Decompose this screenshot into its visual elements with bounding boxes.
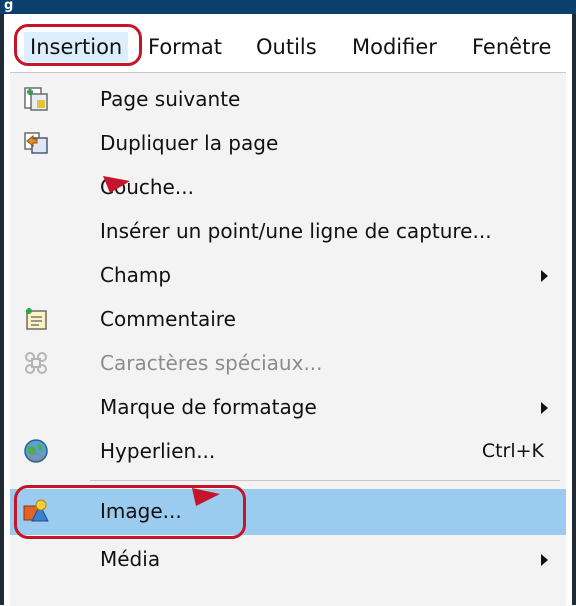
menu-item-commentaire[interactable]: Commentaire [10,297,566,341]
hyperlink-icon [22,437,50,465]
menu-insertion[interactable]: Insertion [24,32,129,62]
menu-item-media[interactable]: Média [10,537,566,581]
menu-outils[interactable]: Outils [250,32,323,62]
menu-outils-label: Outils [256,35,317,59]
menu-fenetre-label: Fenêtre [472,35,552,59]
menu-item-label: Dupliquer la page [100,131,279,155]
menu-item-label: Insérer un point/une ligne de capture... [100,219,492,243]
menu-format[interactable]: Format [142,32,228,62]
menu-insertion-label: Insertion [30,35,123,59]
menu-item-label: Marque de formatage [100,395,317,419]
menubar: Insertion Format Outils Modifier Fenêtre [10,14,566,76]
shortcut-label: Ctrl+K [481,440,544,462]
special-characters-icon [22,349,50,377]
menu-modifier[interactable]: Modifier [346,32,443,62]
menu-item-image[interactable]: Image... [10,489,566,535]
menu-item-label: Image... [100,499,182,523]
page-next-icon [22,85,50,113]
submenu-arrow-icon [541,554,548,566]
menu-item-couche[interactable]: Couche... [10,165,566,209]
menu-item-label: Champ [100,263,172,287]
menu-format-label: Format [148,35,223,59]
menu-item-label: Média [100,547,161,571]
menu-item-hyperlien[interactable]: Hyperlien... Ctrl+K [10,429,566,473]
title-text: g [4,0,14,13]
comment-icon [22,305,50,333]
menu-item-label: Hyperlien... [100,439,216,463]
menu-item-label: Commentaire [100,307,236,331]
menu-fenetre[interactable]: Fenêtre [466,32,557,62]
menu-item-champ[interactable]: Champ [10,253,566,297]
menu-item-marque-de-formatage[interactable]: Marque de formatage [10,385,566,429]
image-icon [22,497,50,525]
submenu-arrow-icon [541,402,548,414]
menu-item-label: Caractères spéciaux... [100,351,323,375]
menu-item-label: Page suivante [100,87,241,111]
insertion-dropdown-menu: Page suivante Dupliquer la page Couche..… [10,72,566,606]
menu-item-inserer-point-ligne-capture[interactable]: Insérer un point/une ligne de capture... [10,209,566,253]
menu-item-page-suivante[interactable]: Page suivante [10,77,566,121]
annotation-marker-icon [192,488,220,506]
menu-item-caracteres-speciaux[interactable]: Caractères spéciaux... [10,341,566,385]
menu-separator [90,480,560,481]
annotation-marker-icon [103,176,130,193]
menu-item-dupliquer-la-page[interactable]: Dupliquer la page [10,121,566,165]
title-bar: g [0,0,576,14]
menu-modifier-label: Modifier [352,35,437,59]
submenu-arrow-icon [541,270,548,282]
duplicate-page-icon [22,129,50,157]
